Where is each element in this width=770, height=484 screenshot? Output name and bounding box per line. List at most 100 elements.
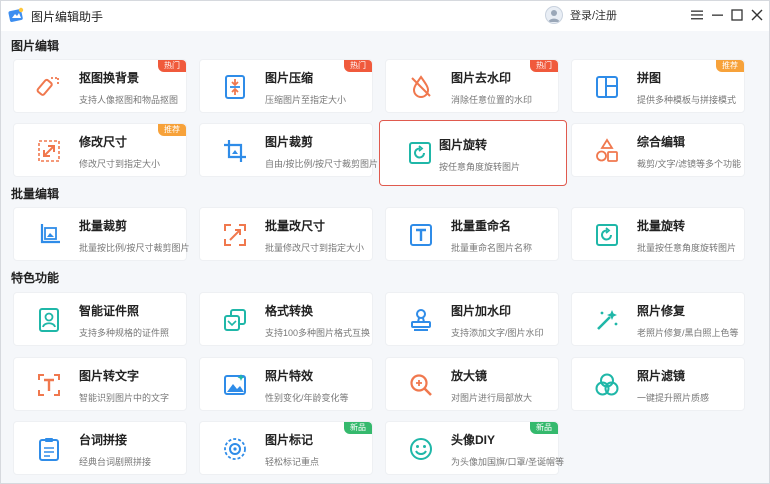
effects-icon bbox=[224, 374, 246, 395]
card-desc: 支持100多种图片格式互换 bbox=[265, 328, 371, 338]
card-desc: 一键提升照片质感 bbox=[637, 393, 710, 403]
card-title: 批量重命名 bbox=[451, 219, 512, 233]
collage-icon bbox=[596, 76, 618, 98]
magic-wand-icon bbox=[597, 310, 618, 330]
card-combo-edit[interactable]: 综合编辑 裁剪/文字/滤镜等多个功能 bbox=[571, 123, 745, 177]
avatar bbox=[545, 6, 563, 24]
batch-rotate-icon bbox=[596, 224, 618, 246]
card-title: 图片加水印 bbox=[451, 304, 512, 318]
card-batch-crop[interactable]: 批量裁剪 批量按比例/按尺寸裁剪图片 bbox=[13, 207, 190, 261]
card-title: 图片标记 bbox=[265, 433, 314, 447]
menu-icon bbox=[691, 10, 703, 20]
card-title: 头像DIY bbox=[451, 433, 496, 447]
card-lines-stitch[interactable]: 台词拼接 经典台词剧照拼接 bbox=[13, 421, 187, 475]
card-title: 批量裁剪 bbox=[79, 219, 128, 233]
card-desc: 支持添加文字/图片水印 bbox=[451, 328, 544, 338]
card-collage[interactable]: 拼图 提供多种模板与拼接模式 推荐 bbox=[571, 59, 745, 113]
card-desc: 性别变化/年龄变化等 bbox=[265, 393, 349, 403]
card-title: 拼图 bbox=[637, 71, 662, 85]
card-watermark-remove[interactable]: 图片去水印 消除任意位置的水印 热门 bbox=[385, 59, 559, 113]
app-title: 图片编辑助手 bbox=[31, 10, 104, 24]
card-ocr[interactable]: 图片转文字 智能识别图片中的文字 bbox=[13, 357, 187, 411]
card-compress[interactable]: 图片压缩 压缩图片至指定大小 热门 bbox=[199, 59, 373, 113]
close-icon bbox=[751, 9, 763, 21]
hot-badge: 热门 bbox=[158, 60, 186, 72]
rename-icon bbox=[410, 224, 432, 246]
new-badge: 新品 bbox=[344, 422, 372, 434]
card-title: 台词拼接 bbox=[79, 433, 128, 447]
recommend-badge: 推荐 bbox=[158, 124, 186, 136]
card-desc: 批量重命名图片名称 bbox=[451, 243, 533, 253]
card-title: 图片压缩 bbox=[265, 71, 314, 85]
card-title: 批量改尺寸 bbox=[265, 219, 326, 233]
crop-icon bbox=[224, 140, 246, 162]
card-crop[interactable]: 图片裁剪 自由/按比例/按尺寸裁剪图片 bbox=[199, 123, 378, 177]
compress-icon bbox=[225, 75, 245, 99]
card-title: 图片去水印 bbox=[451, 71, 512, 85]
card-desc: 裁剪/文字/滤镜等多个功能 bbox=[637, 159, 742, 169]
close-button[interactable] bbox=[749, 7, 765, 23]
section-title-image-edit: 图片编辑 bbox=[11, 39, 60, 53]
card-resize[interactable]: 修改尺寸 修改尺寸到指定大小 推荐 bbox=[13, 123, 187, 177]
batch-resize-icon bbox=[224, 224, 246, 246]
cutout-icon bbox=[36, 77, 59, 96]
card-avatar-diy[interactable]: 头像DIY 为头像加国旗/口罩/圣诞帽等 新品 bbox=[385, 421, 564, 475]
card-batch-rotate[interactable]: 批量旋转 批量按任意角度旋转图片 bbox=[571, 207, 745, 261]
card-title: 图片转文字 bbox=[79, 369, 140, 383]
ocr-icon bbox=[38, 374, 60, 396]
card-format-convert[interactable]: 格式转换 支持100多种图片格式互换 bbox=[199, 292, 373, 346]
card-title: 放大镜 bbox=[451, 369, 488, 383]
menu-button[interactable] bbox=[689, 7, 705, 23]
shapes-icon bbox=[596, 138, 618, 162]
filter-icon bbox=[595, 373, 619, 396]
card-magnifier[interactable]: 放大镜 对图片进行局部放大 bbox=[385, 357, 559, 411]
card-title: 图片裁剪 bbox=[265, 135, 314, 149]
card-rotate[interactable]: 图片旋转 按任意角度旋转图片 bbox=[379, 120, 567, 186]
card-desc: 为头像加国旗/口罩/圣诞帽等 bbox=[451, 457, 565, 467]
login-label: 登录/注册 bbox=[570, 10, 618, 22]
card-title: 图片旋转 bbox=[439, 138, 488, 152]
maximize-button[interactable] bbox=[729, 7, 745, 23]
card-batch-rename[interactable]: 批量重命名 批量重命名图片名称 bbox=[385, 207, 559, 261]
smile-icon bbox=[410, 438, 432, 460]
title-bar: 图片编辑助手 登录/注册 bbox=[1, 1, 769, 31]
card-desc: 批量按比例/按尺寸裁剪图片 bbox=[79, 243, 190, 253]
card-desc: 按任意角度旋转图片 bbox=[439, 162, 521, 172]
card-annotate[interactable]: 图片标记 轻松标记重点 新品 bbox=[199, 421, 373, 475]
card-title: 格式转换 bbox=[265, 304, 314, 318]
card-id-photo[interactable]: 智能证件照 支持多种规格的证件照 bbox=[13, 292, 187, 346]
rotate-icon bbox=[409, 142, 431, 164]
minimize-icon bbox=[712, 14, 723, 16]
card-title: 照片特效 bbox=[265, 369, 314, 383]
card-desc: 压缩图片至指定大小 bbox=[265, 95, 347, 105]
magnifier-icon bbox=[410, 374, 432, 396]
card-title: 照片滤镜 bbox=[637, 369, 686, 383]
app-logo-icon bbox=[8, 7, 24, 22]
card-photo-filter[interactable]: 照片滤镜 一键提升照片质感 bbox=[571, 357, 745, 411]
card-add-watermark[interactable]: 图片加水印 支持添加文字/图片水印 bbox=[385, 292, 559, 346]
section-title-features: 特色功能 bbox=[11, 271, 60, 285]
login-button[interactable]: 登录/注册 bbox=[545, 6, 617, 24]
card-desc: 轻松标记重点 bbox=[265, 457, 320, 467]
card-cutout[interactable]: 抠图换背景 支持人像抠图和物品抠图 热门 bbox=[13, 59, 187, 113]
resize-icon bbox=[38, 140, 60, 162]
card-desc: 自由/按比例/按尺寸裁剪图片 bbox=[265, 159, 379, 169]
card-desc: 支持多种规格的证件照 bbox=[79, 328, 170, 338]
recommend-badge: 推荐 bbox=[716, 60, 744, 72]
card-desc: 提供多种模板与拼接模式 bbox=[637, 95, 737, 105]
card-desc: 经典台词剧照拼接 bbox=[79, 457, 152, 467]
card-photo-restore[interactable]: 照片修复 老照片修复/黑白照上色等 bbox=[571, 292, 745, 346]
card-photo-effects[interactable]: 照片特效 性别变化/年龄变化等 bbox=[199, 357, 373, 411]
mark-icon bbox=[224, 438, 246, 460]
minimize-button[interactable] bbox=[710, 7, 726, 23]
format-convert-icon bbox=[224, 309, 246, 331]
card-title: 批量旋转 bbox=[637, 219, 686, 233]
card-batch-resize[interactable]: 批量改尺寸 批量修改尺寸到指定大小 bbox=[199, 207, 373, 261]
new-badge: 新品 bbox=[530, 422, 558, 434]
clipboard-icon bbox=[39, 438, 59, 461]
id-photo-icon bbox=[39, 308, 59, 332]
card-desc: 修改尺寸到指定大小 bbox=[79, 159, 161, 169]
watermark-remove-icon bbox=[411, 75, 431, 98]
card-desc: 老照片修复/黑白照上色等 bbox=[637, 328, 739, 338]
batch-crop-icon bbox=[40, 224, 60, 244]
